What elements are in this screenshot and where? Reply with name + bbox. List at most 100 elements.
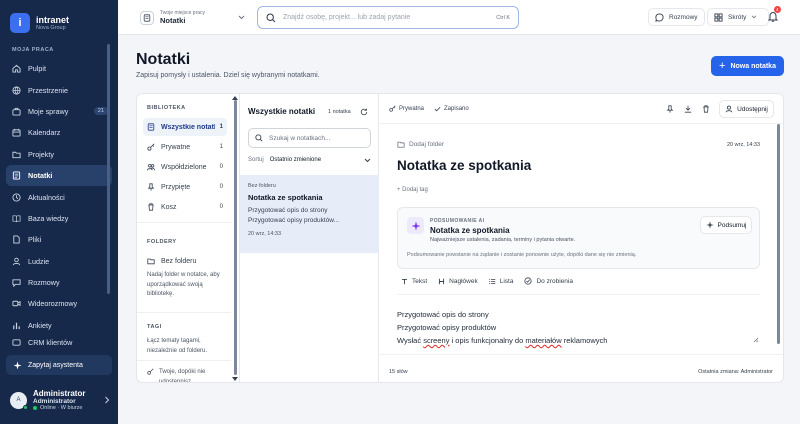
sparkle-icon: [13, 360, 22, 370]
editor-scrollbar[interactable]: [777, 124, 780, 344]
resize-handle-icon[interactable]: [753, 337, 759, 343]
private-hint: Twoje, dopóki nie udostępnisz: [147, 368, 227, 382]
new-note-button[interactable]: + Nowa notatka: [711, 56, 784, 76]
library-item-shared[interactable]: Współdzielone 0: [143, 158, 227, 176]
sidebar-item-wideorozmowy[interactable]: Wideorozmowy: [0, 293, 118, 314]
download-icon[interactable]: [684, 105, 692, 113]
notes-list-panel: Wszystkie notatki 1 notatka Szukaj w not…: [239, 94, 379, 382]
pin-icon[interactable]: [666, 105, 674, 113]
search-icon: [255, 134, 263, 142]
top-bar: Twoje miejsce pracy Notatki Znajdź osobę…: [118, 0, 800, 35]
sidebar-item-label: Pliki: [28, 235, 42, 245]
sidebar-item-label: Ludzie: [28, 256, 50, 266]
avatar-initial: A: [16, 397, 21, 403]
ai-label: PODSUMOWANIE AI: [430, 218, 485, 224]
sidebar-item-label: CRM klientów: [28, 337, 73, 347]
new-note-label: Nowa notatka: [730, 62, 776, 70]
sidebar-scrollbar[interactable]: [107, 44, 110, 294]
library-item-label: Prywatne: [161, 143, 191, 151]
sidebar-item-aktualnosci[interactable]: Aktualności: [0, 186, 118, 207]
scroll-up-icon[interactable]: [232, 96, 238, 100]
note-folder: Bez folderu: [248, 183, 276, 189]
library-item-count: 0: [219, 164, 223, 170]
note-list-item[interactable]: Bez folderu Notatka ze spotkania Przygot…: [240, 175, 379, 253]
sidebar-item-kalendarz[interactable]: Kalendarz: [0, 122, 118, 143]
format-toolbar: Tekst Nagłówek Lista Do zrobienia: [401, 277, 584, 285]
sidebar-item-rozmowy[interactable]: Rozmowy: [0, 272, 118, 293]
video-icon: [12, 301, 21, 307]
refresh-icon[interactable]: [360, 108, 368, 116]
sidebar-item-ludzie[interactable]: Ludzie: [0, 251, 118, 272]
format-heading-button[interactable]: Nagłówek: [438, 278, 478, 285]
library-item-label: Wszystkie notatki: [161, 123, 215, 131]
shortcuts-button[interactable]: Skróty: [707, 8, 770, 26]
sidebar-section-title: MOJA PRACA: [12, 47, 54, 53]
add-tag-button[interactable]: + Dodaj tag: [397, 187, 428, 193]
sidebar-item-baza-wiedzy[interactable]: Baza wiedzy: [0, 208, 118, 229]
ask-assistant-button[interactable]: Zapytaj asystenta: [6, 355, 112, 375]
sidebar: i intranet Nova Group MOJA PRACA Pulpit …: [0, 0, 118, 424]
divider: [137, 222, 231, 223]
user-status-text: Online · W biurze: [40, 405, 83, 411]
library-heading: BIBLIOTEKA: [147, 105, 186, 111]
sidebar-item-przestrzenie[interactable]: Przestrzenie: [0, 79, 118, 100]
library-item-label: Kosz: [161, 203, 177, 211]
text-icon: [402, 278, 407, 284]
sidebar-item-pliki[interactable]: Pliki: [0, 229, 118, 250]
note-body-line: Przygotować opis do strony: [397, 310, 489, 319]
visibility-label[interactable]: Prywatna: [399, 106, 424, 112]
trash-icon[interactable]: [702, 105, 710, 113]
share-button[interactable]: Udostępnij: [719, 100, 774, 118]
library-item-pinned[interactable]: Przypięte 0: [143, 178, 227, 196]
sidebar-item-label: Notatki: [28, 171, 53, 181]
sidebar-item-projekty[interactable]: Projekty: [0, 144, 118, 165]
format-text-button[interactable]: Tekst: [401, 278, 427, 285]
sidebar-item-ankiety[interactable]: Ankiety: [0, 315, 118, 336]
notes-search-input[interactable]: Szukaj w notatkach...: [248, 128, 371, 148]
divider: [137, 360, 231, 361]
summarize-button[interactable]: Podsumuj: [700, 216, 752, 234]
library-item-private[interactable]: Prywatne 1: [143, 138, 227, 156]
sidebar-item-pulpit[interactable]: Pulpit: [0, 58, 118, 79]
chats-button[interactable]: Rozmowy: [648, 8, 705, 26]
user-profile[interactable]: A Administrator Administrator Online · W…: [10, 384, 110, 416]
global-search-input[interactable]: Znajdź osobę, projekt... lub zadaj pytan…: [257, 6, 519, 29]
library-item-count: 1: [219, 124, 223, 130]
notifications-button[interactable]: 4: [768, 6, 781, 22]
folder-none[interactable]: Bez folderu: [143, 252, 227, 270]
people-icon: [12, 257, 21, 265]
note-body-textarea[interactable]: Przygotować opis do strony Przygotować o…: [397, 308, 760, 347]
note-title-field[interactable]: Notatka ze spotkania: [397, 158, 531, 173]
chevron-right-icon: [105, 396, 110, 404]
sort-select[interactable]: Sortuj Ostatnio zmienione: [248, 157, 371, 163]
add-folder-button[interactable]: Dodaj folder: [397, 141, 444, 148]
library-item-all[interactable]: Wszystkie notatki 1: [143, 118, 227, 136]
sidebar-item-notatki[interactable]: Notatki: [6, 164, 112, 187]
format-text-label: Tekst: [412, 277, 428, 285]
sidebar-item-moje-sprawy[interactable]: Moje sprawy 21: [0, 101, 118, 122]
editor-header: Prywatna Zapisano Udostępnij: [380, 94, 783, 124]
people-icon: [147, 164, 155, 171]
brand[interactable]: i intranet Nova Group: [0, 0, 118, 36]
format-list-label: Lista: [499, 277, 514, 285]
sidebar-item-crm[interactable]: CRM klientów: [0, 336, 118, 348]
workspace-switcher[interactable]: Twoje miejsce pracy Notatki: [140, 7, 245, 28]
format-list-button[interactable]: Lista: [488, 277, 514, 285]
user-status: Online · W biurze: [33, 405, 85, 411]
scroll-down-icon[interactable]: [232, 377, 238, 381]
save-status: Zapisano: [444, 105, 469, 112]
note-body-line: Przygotować opisy produktów: [397, 323, 497, 332]
sidebar-item-label: Ankiety: [28, 320, 52, 330]
sparkle-icon: [705, 221, 714, 229]
avatar: A: [10, 391, 28, 410]
chevron-down-icon: [364, 158, 371, 162]
check-icon: [434, 106, 441, 111]
format-todo-button[interactable]: Do zrobienia: [524, 277, 573, 285]
folder-icon: [397, 141, 405, 148]
user-role: Administrator: [33, 398, 76, 405]
library-item-trash[interactable]: Kosz 0: [143, 198, 227, 216]
folder-icon: [147, 258, 155, 265]
key-icon: [147, 143, 155, 151]
library-scrollbar[interactable]: [234, 100, 237, 375]
sort-label: Sortuj: [248, 157, 264, 163]
